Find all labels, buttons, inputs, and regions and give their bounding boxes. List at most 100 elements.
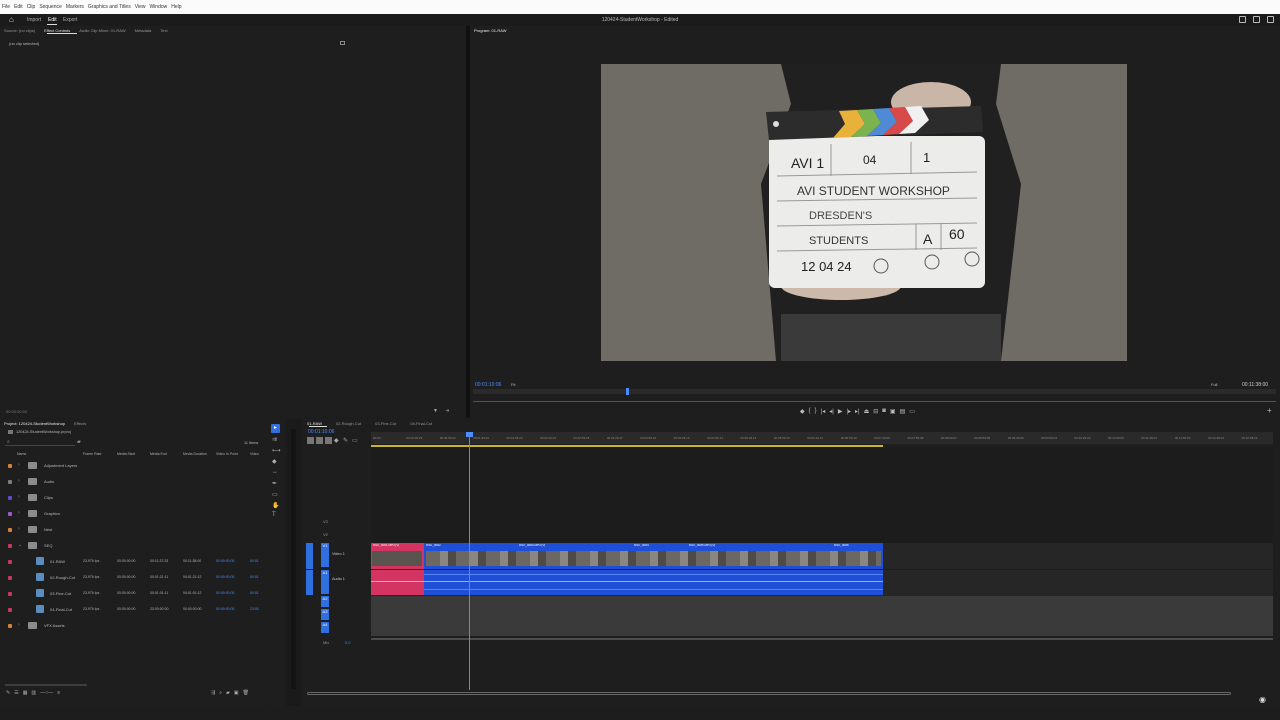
ripple-edit-tool-icon[interactable]: ⟷ xyxy=(272,447,281,454)
tab-effects[interactable]: Effects xyxy=(74,421,86,426)
tab-source[interactable]: Source: (no clips) xyxy=(4,28,35,33)
nest-icon[interactable] xyxy=(307,437,314,444)
new-bin-icon[interactable]: ▰ xyxy=(77,439,81,445)
freeform-view-icon[interactable]: ▥ xyxy=(31,690,36,696)
tab-program[interactable]: Program: 01-RAW xyxy=(474,28,507,33)
menu-markers[interactable]: Markers xyxy=(66,4,84,10)
menu-clip[interactable]: Clip xyxy=(27,4,36,10)
label-color[interactable] xyxy=(8,464,12,468)
linked-selection-icon[interactable] xyxy=(325,437,332,444)
playhead-handle[interactable] xyxy=(466,432,473,437)
pencil-icon[interactable]: ✎ xyxy=(6,690,10,696)
label-color[interactable] xyxy=(8,592,12,596)
add-marker-icon[interactable]: ◆ xyxy=(334,437,341,444)
snap-icon[interactable] xyxy=(316,437,323,444)
audio-clip[interactable] xyxy=(371,570,424,595)
play-audio-icon[interactable]: ⇥ xyxy=(445,408,449,414)
project-scrollbar[interactable] xyxy=(5,684,87,686)
automate-icon[interactable]: ⇶ xyxy=(211,690,215,696)
menu-window[interactable]: Window xyxy=(149,4,167,10)
lift-icon[interactable]: ⏏ xyxy=(864,408,870,415)
menu-file[interactable]: File xyxy=(2,4,10,10)
track-target-a3[interactable]: A3 xyxy=(321,609,329,620)
table-row[interactable]: 03-Fine-Cut 23.976 fps 00:00:00:00 00:01… xyxy=(0,586,266,602)
label-color[interactable] xyxy=(8,512,12,516)
step-back-icon[interactable]: ◂| xyxy=(829,408,834,415)
go-to-out-icon[interactable]: ▸| xyxy=(855,408,860,415)
list-item[interactable]: › Graphics xyxy=(0,506,266,522)
track-target-a1[interactable]: A1 xyxy=(321,570,329,594)
filter-icon[interactable]: ▼ xyxy=(433,408,438,414)
video-track-area-empty[interactable] xyxy=(371,447,1273,543)
tab-sequence-04-final-cut[interactable]: 04-Final-Cut xyxy=(410,421,432,426)
table-row[interactable]: 01-RAW 23.976 fps 00:00:00:00 00:11:37:2… xyxy=(0,554,266,570)
video-frame[interactable]: AVI 1 04 1 AVI STUDENT WORKSHOP DRESDEN'… xyxy=(601,64,1127,361)
vr-icon[interactable]: ▤ xyxy=(900,408,906,415)
quality-select[interactable]: Full xyxy=(1211,382,1217,387)
tab-project[interactable]: Project: 120424-StudentWorkshop xyxy=(4,421,65,426)
track-label-v2[interactable]: V2 xyxy=(323,532,328,537)
list-view-icon[interactable]: ☰ xyxy=(14,690,18,696)
expand-icon[interactable]: › xyxy=(18,526,20,532)
tab-sequence-03-fine-cut[interactable]: 03-Fine-Cut xyxy=(375,421,396,426)
label-color[interactable] xyxy=(8,608,12,612)
tab-text[interactable]: Text xyxy=(160,28,167,33)
sort-icon[interactable]: ≡ xyxy=(57,690,60,696)
captions-icon[interactable]: ▭ xyxy=(352,437,359,444)
hand-tool-icon[interactable]: ✋ xyxy=(272,502,279,509)
collapse-icon[interactable]: ⌄ xyxy=(18,542,22,548)
icon-view-icon[interactable]: ▦ xyxy=(23,690,28,696)
label-color[interactable] xyxy=(8,544,12,548)
workspaces-icon[interactable] xyxy=(1239,16,1246,23)
new-bin-icon[interactable]: ▰ xyxy=(226,690,230,696)
list-item[interactable]: ⌄ SEQ xyxy=(0,538,266,554)
mark-in-icon[interactable]: { xyxy=(809,408,811,415)
captions-panel-icon[interactable]: ◉ xyxy=(1259,695,1266,704)
expand-icon[interactable]: › xyxy=(18,462,20,468)
timeline-timecode[interactable]: 00:01:10:06 xyxy=(308,429,334,435)
mix-value[interactable]: 0.0 xyxy=(345,640,351,645)
column-video-in[interactable]: Video In Point xyxy=(216,452,238,456)
list-item[interactable]: › Adjustment Layers xyxy=(0,458,266,474)
label-color[interactable] xyxy=(8,496,12,500)
video-clip[interactable]: DSC_0001.MP4 [V] xyxy=(371,543,424,569)
menu-view[interactable]: View xyxy=(135,4,146,10)
track-target-a2[interactable]: A2 xyxy=(321,596,329,607)
extract-icon[interactable]: ⊟ xyxy=(873,408,878,415)
expand-icon[interactable]: › xyxy=(18,510,20,516)
zoom-slider[interactable]: —○— xyxy=(40,690,53,696)
pen-tool-icon[interactable]: ✒ xyxy=(272,480,277,487)
timeline-scrollbar[interactable] xyxy=(307,692,1231,695)
timeline-playhead[interactable] xyxy=(469,432,470,690)
source-patch-v1[interactable] xyxy=(306,543,313,569)
compare-icon[interactable]: ▣ xyxy=(890,408,896,415)
list-item[interactable]: › Audio xyxy=(0,474,266,490)
go-to-in-icon[interactable]: |◂ xyxy=(821,408,826,415)
project-search-input[interactable]: ⌕ xyxy=(5,439,75,446)
column-video[interactable]: Video xyxy=(250,452,259,456)
table-row[interactable]: 02-Rough-Cut 23.976 fps 00:00:00:00 00:0… xyxy=(0,570,266,586)
tab-audio-clip-mixer[interactable]: Audio Clip Mixer: 01-RAW xyxy=(79,28,125,33)
column-media-duration[interactable]: Media Duration xyxy=(183,452,207,456)
audio-tracks-lower[interactable] xyxy=(371,596,1273,636)
program-playhead[interactable] xyxy=(626,388,629,395)
play-icon[interactable]: ▶ xyxy=(838,408,843,415)
fullscreen-icon[interactable] xyxy=(1267,16,1274,23)
panel-menu-icon[interactable] xyxy=(340,41,345,45)
slip-tool-icon[interactable]: ↔ xyxy=(272,469,278,475)
video-clip[interactable]: DSC_0002 DSC_0003.MP4 [V] DSC_0004 DSC_0… xyxy=(424,543,883,569)
time-ruler[interactable]: 00:00 00:00:29:23 00:00:59:22 00:01:29:21 00… xyxy=(371,432,1273,444)
track-target-v1[interactable]: V1 xyxy=(321,543,329,567)
track-target-a4[interactable]: A4 xyxy=(321,622,329,633)
label-color[interactable] xyxy=(8,624,12,628)
program-timecode[interactable]: 00:01:10:06 xyxy=(475,382,501,388)
find-icon[interactable]: ⌕ xyxy=(219,690,222,696)
list-item[interactable]: › Clips xyxy=(0,490,266,506)
expand-icon[interactable]: › xyxy=(18,622,20,628)
trash-icon[interactable]: 🗑 xyxy=(243,690,249,696)
track-select-tool-icon[interactable]: ⇉ xyxy=(272,436,277,443)
selection-tool-icon[interactable]: ▸ xyxy=(271,424,280,433)
tab-sequence-02-rough-cut[interactable]: 02-Rough-Cut xyxy=(336,421,361,426)
menu-help[interactable]: Help xyxy=(171,4,181,10)
marker-icon[interactable]: ◆ xyxy=(800,408,805,415)
